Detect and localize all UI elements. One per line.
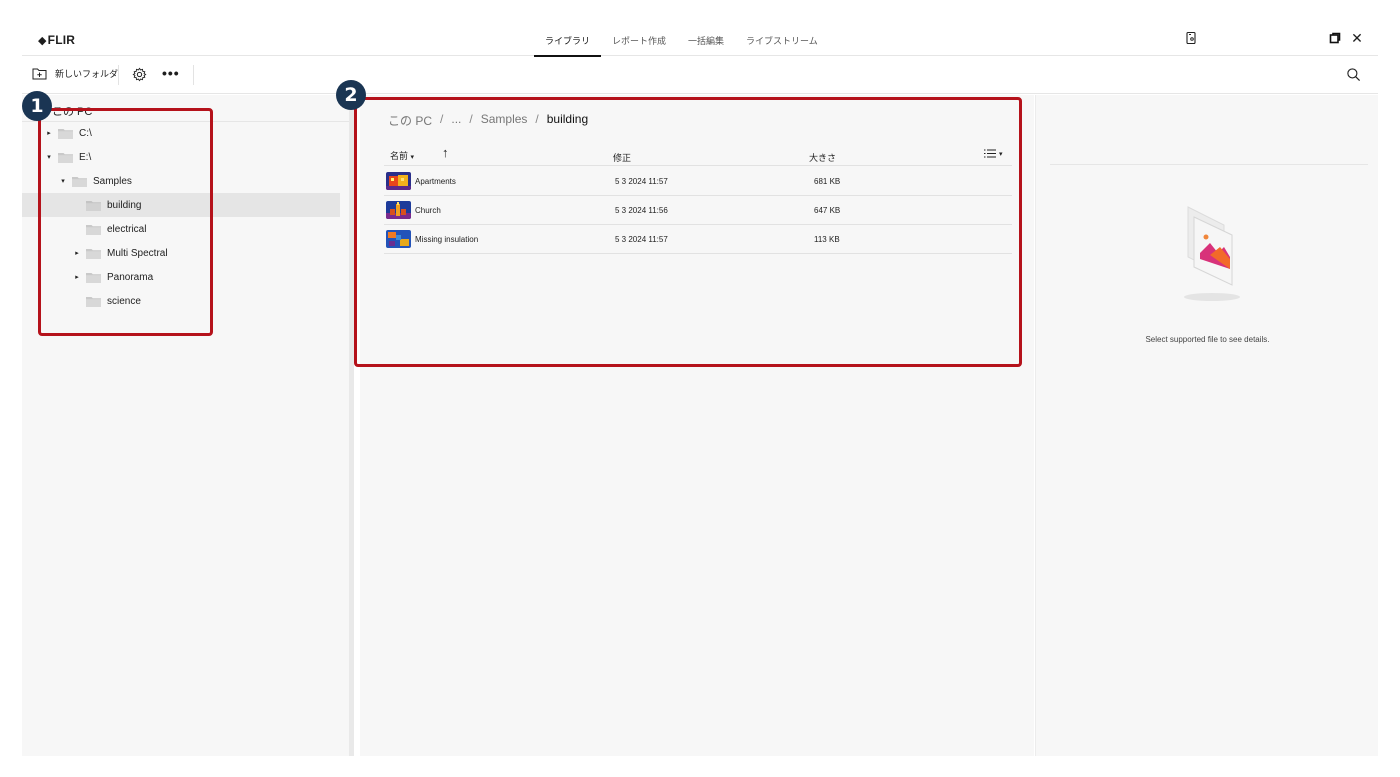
- toolbar-divider: [118, 65, 119, 85]
- column-header-modified[interactable]: 修正: [613, 151, 631, 164]
- tree-item-multi-spectral[interactable]: ▸ Multi Spectral: [22, 241, 340, 265]
- breadcrumb-separator: /: [469, 112, 473, 126]
- breadcrumb-ellipsis[interactable]: ...: [451, 112, 461, 129]
- tree-item-label: Multi Spectral: [107, 247, 168, 259]
- folder-icon: [86, 272, 101, 283]
- file-name: Apartments: [415, 177, 456, 186]
- column-header-name[interactable]: 名前 ▾: [390, 149, 414, 162]
- folder-icon: [58, 152, 73, 163]
- logo-text: FLIR: [47, 33, 76, 47]
- tree-item-science[interactable]: science: [22, 289, 340, 313]
- annotation-badge-1: 1: [22, 91, 52, 121]
- details-panel: Select supported file to see details.: [1035, 95, 1378, 756]
- tree-item-label: Samples: [93, 175, 132, 187]
- folder-icon: [86, 248, 101, 259]
- tree-item-e-drive[interactable]: ▾ E:\: [22, 145, 340, 169]
- sort-ascending-icon[interactable]: ↑: [442, 146, 449, 159]
- name-header-label: 名前: [390, 151, 409, 161]
- new-folder-button[interactable]: 新しいフォルダ: [32, 67, 118, 80]
- tab-report[interactable]: レポート作成: [601, 22, 677, 56]
- tree-item-label: electrical: [107, 223, 147, 235]
- tree-item-label: E:\: [79, 151, 92, 163]
- details-divider: [1050, 164, 1368, 165]
- tree-item-samples[interactable]: ▾ Samples: [22, 169, 340, 193]
- breadcrumb-root[interactable]: この PC: [388, 112, 432, 129]
- folder-icon: [86, 200, 101, 211]
- this-pc-label[interactable]: この PC: [52, 103, 92, 119]
- file-modified: 5 3 2024 11:57: [615, 235, 668, 244]
- restore-icon[interactable]: [1328, 31, 1342, 45]
- expand-caret-icon[interactable]: ▸: [44, 129, 54, 137]
- tab-library[interactable]: ライブラリ: [534, 22, 602, 57]
- file-size: 681 KB: [814, 177, 841, 186]
- file-name: Church: [415, 206, 441, 215]
- expand-caret-icon[interactable]: ▸: [72, 273, 82, 281]
- tree-item-building[interactable]: building: [22, 193, 340, 217]
- folder-icon: [72, 176, 87, 187]
- new-folder-label: 新しいフォルダ: [55, 69, 119, 79]
- column-header-size[interactable]: 大きさ: [809, 151, 836, 164]
- collapse-caret-icon[interactable]: ▾: [44, 153, 54, 161]
- device-icon[interactable]: [1184, 31, 1198, 45]
- main-tabs: ライブラリ レポート作成 一括編集 ライブストリーム: [534, 22, 829, 57]
- tree-item-label: science: [107, 295, 141, 307]
- expand-caret-icon[interactable]: ▸: [72, 249, 82, 257]
- tree-item-label: building: [107, 199, 142, 211]
- chevron-down-icon: ▾: [410, 154, 415, 161]
- title-bar: ◆ FLIR ライブラリ レポート作成 一括編集 ライブストリーム ✕: [22, 22, 1378, 57]
- breadcrumb-separator: /: [535, 112, 539, 126]
- tree-item-c-drive[interactable]: ▸ C:\: [22, 121, 340, 145]
- flir-logo: ◆ FLIR: [38, 33, 75, 47]
- tab-live-stream[interactable]: ライブストリーム: [735, 22, 829, 56]
- tree-item-panorama[interactable]: ▸ Panorama: [22, 265, 340, 289]
- collapse-caret-icon[interactable]: ▾: [58, 177, 68, 185]
- tab-batch-edit[interactable]: 一括編集: [677, 22, 735, 56]
- folder-icon: [86, 296, 101, 307]
- breadcrumb: この PC / ... / Samples / building: [388, 112, 588, 129]
- file-row-missing-insulation[interactable]: Missing insulation 5 3 2024 11:57 113 KB: [384, 225, 1012, 254]
- tree-item-electrical[interactable]: electrical: [22, 217, 340, 241]
- breadcrumb-current: building: [546, 112, 589, 126]
- folder-icon: [86, 224, 101, 235]
- image-placeholder-icon: [1184, 206, 1240, 301]
- chevron-down-icon: ▾: [999, 150, 1003, 158]
- flir-app-window: ◆ FLIR ライブラリ レポート作成 一括編集 ライブストリーム ✕ 新しいフ…: [22, 22, 1378, 756]
- new-folder-icon: [32, 68, 47, 80]
- search-icon[interactable]: [1346, 67, 1361, 82]
- file-list-panel: この PC / ... / Samples / building 名前 ▾ ↑ …: [360, 95, 1034, 756]
- toolbar-divider: [193, 65, 194, 85]
- breadcrumb-separator: /: [440, 112, 444, 126]
- tree-item-label: C:\: [79, 127, 92, 139]
- annotation-badge-2: 2: [336, 80, 366, 110]
- thermal-thumbnail: [386, 201, 411, 219]
- file-row-church[interactable]: Church 5 3 2024 11:56 647 KB: [384, 196, 1012, 225]
- file-name: Missing insulation: [415, 235, 479, 244]
- file-size: 113 KB: [814, 235, 840, 244]
- file-modified: 5 3 2024 11:57: [615, 177, 668, 186]
- folder-tree-panel: この PC ▸ C:\ ▾ E:\ ▾ Samples building ele…: [22, 95, 354, 756]
- flir-logo-icon: ◆: [38, 34, 47, 47]
- close-icon[interactable]: ✕: [1350, 31, 1364, 45]
- more-options-icon[interactable]: •••: [162, 66, 180, 80]
- file-row-apartments[interactable]: Apartments 5 3 2024 11:57 681 KB: [384, 167, 1012, 196]
- view-options-button[interactable]: ▾: [984, 149, 1003, 158]
- thermal-thumbnail: [386, 172, 411, 190]
- breadcrumb-parent[interactable]: Samples: [481, 112, 528, 129]
- file-size: 647 KB: [814, 206, 841, 215]
- tree-item-label: Panorama: [107, 271, 154, 283]
- file-modified: 5 3 2024 11:56: [615, 206, 668, 215]
- folder-icon: [58, 128, 73, 139]
- file-table-header: 名前 ▾ ↑ 修正 大きさ ▾: [384, 143, 1012, 166]
- details-placeholder-text: Select supported file to see details.: [1145, 335, 1270, 344]
- list-view-icon: [984, 149, 996, 158]
- tree-header: この PC: [22, 95, 349, 122]
- toolbar: 新しいフォルダ •••: [22, 57, 1378, 94]
- thermal-thumbnail: [386, 230, 411, 248]
- gear-icon[interactable]: [132, 67, 147, 82]
